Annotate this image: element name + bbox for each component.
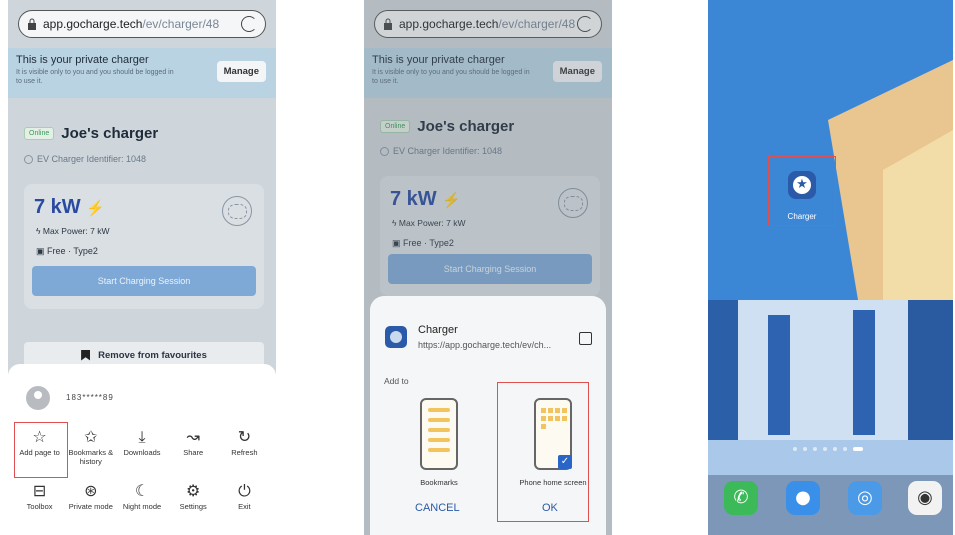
- add-to-label: Add to: [384, 376, 409, 386]
- highlight-add-page: [14, 422, 68, 478]
- phone-icon[interactable]: ✆: [724, 481, 758, 515]
- shortcut-name: Charger: [418, 324, 458, 336]
- price-icon: ▣: [36, 246, 48, 256]
- shortcut-url: https://app.gocharge.tech/ev/ch...: [418, 340, 552, 350]
- wallpaper: [708, 0, 953, 535]
- messages-icon[interactable]: ●: [786, 481, 820, 515]
- share-icon: ↝: [186, 427, 200, 446]
- menu-label: Toolbox: [26, 502, 53, 511]
- manage-button[interactable]: Manage: [216, 61, 266, 82]
- app-icon: [385, 326, 407, 348]
- menu-label: Exit: [238, 502, 251, 511]
- download-icon: ⤓: [138, 427, 146, 446]
- menu-item-night[interactable]: ☾ Night mode: [116, 480, 167, 511]
- menu-label: Share: [183, 448, 204, 457]
- add-to-screen: app.gocharge.tech/ev/charger/48 This is …: [364, 0, 612, 535]
- browser-menu-screen: app.gocharge.tech/ev/charger/48 This is …: [8, 0, 276, 535]
- menu-item-private[interactable]: ⊛ Private mode: [65, 480, 116, 511]
- url-path: /ev/charger/48: [142, 17, 220, 31]
- connector-icon: [222, 196, 252, 226]
- charger-identifier: EV Charger Identifier: 1048: [24, 154, 146, 164]
- browser-menu-sheet: 183*****89 ☆ Add page to ✩ Bookmarks & h…: [8, 364, 276, 535]
- charger-card: 7 kW ⚡ ϟ Max Power: 7 kW ▣ Free · Type2 …: [24, 184, 264, 309]
- settings-icon: ⚙: [186, 481, 201, 500]
- menu-label: Settings: [179, 502, 207, 511]
- max-power: ϟ Max Power: 7 kW: [36, 226, 110, 236]
- highlight-home-screen: [497, 382, 589, 522]
- menu-item-downloads[interactable]: ⤓ Downloads: [116, 426, 167, 466]
- page-indicator: [793, 447, 863, 451]
- reload-icon[interactable]: [241, 16, 257, 32]
- bolt-small-icon: ϟ: [36, 226, 43, 236]
- private-charger-banner: This is your private charger It is visib…: [8, 48, 276, 98]
- power-icon: ⏻: [238, 481, 251, 500]
- option-bookmarks-label: Bookmarks: [420, 478, 458, 487]
- menu-label: Night mode: [122, 502, 162, 511]
- menu-label: Bookmarks & history: [68, 448, 114, 466]
- highlight-shortcut: [768, 156, 836, 226]
- cancel-button[interactable]: CANCEL: [415, 502, 460, 514]
- moon-icon: ☾: [134, 481, 150, 500]
- lock-icon: [28, 18, 36, 30]
- charger-header: Online Joe's charger: [24, 125, 158, 142]
- menu-item-share[interactable]: ↝ Share: [168, 426, 219, 466]
- start-charging-button[interactable]: Start Charging Session: [32, 266, 256, 296]
- power-value: 7 kW ⚡: [34, 196, 105, 218]
- browser-icon[interactable]: ◎: [848, 481, 882, 515]
- private-mode-icon: ⊛: [84, 481, 98, 500]
- charger-shortcut[interactable]: ★ Charger: [768, 156, 836, 226]
- url-host: app.gocharge.tech: [43, 17, 143, 31]
- bolt-icon: ⚡: [86, 200, 105, 217]
- bookmark-icon: [81, 349, 91, 361]
- identifier-icon: [24, 154, 33, 164]
- toolbox-icon: ⊟: [32, 481, 47, 500]
- home-screen: ★ Charger ✆ ● ◎ ◉: [708, 0, 953, 535]
- edit-icon[interactable]: [579, 332, 592, 345]
- charger-name: Joe's charger: [61, 125, 159, 142]
- menu-item-exit[interactable]: ⏻ Exit: [219, 480, 270, 511]
- favourites-label: Remove from favourites: [98, 349, 207, 361]
- menu-item-settings[interactable]: ⚙ Settings: [168, 480, 219, 511]
- list-preview-icon: [428, 408, 450, 452]
- banner-subtitle: It is visible only to you and you should…: [16, 69, 174, 85]
- refresh-icon: ↻: [237, 427, 252, 446]
- menu-item-toolbox[interactable]: ⊟ Toolbox: [14, 480, 65, 511]
- add-to-sheet: Charger https://app.gocharge.tech/ev/ch.…: [370, 296, 606, 535]
- menu-item-refresh[interactable]: ↻ Refresh: [219, 426, 270, 466]
- menu-label: Refresh: [231, 448, 258, 457]
- username: 183*****89: [66, 393, 114, 402]
- option-bookmarks[interactable]: [420, 398, 458, 470]
- address-bar[interactable]: app.gocharge.tech/ev/charger/48: [18, 10, 266, 38]
- price-type: ▣ Free · Type2: [36, 246, 98, 256]
- menu-item-bookmarks[interactable]: ✩ Bookmarks & history: [65, 426, 116, 466]
- menu-label: Downloads: [123, 448, 161, 457]
- status-badge: Online: [24, 127, 55, 140]
- menu-label: Private mode: [68, 502, 113, 511]
- camera-icon[interactable]: ◉: [908, 481, 942, 515]
- avatar[interactable]: [26, 386, 50, 410]
- bookmarks-icon: ✩: [84, 427, 98, 446]
- identifier-text: EV Charger Identifier: 1048: [37, 154, 147, 164]
